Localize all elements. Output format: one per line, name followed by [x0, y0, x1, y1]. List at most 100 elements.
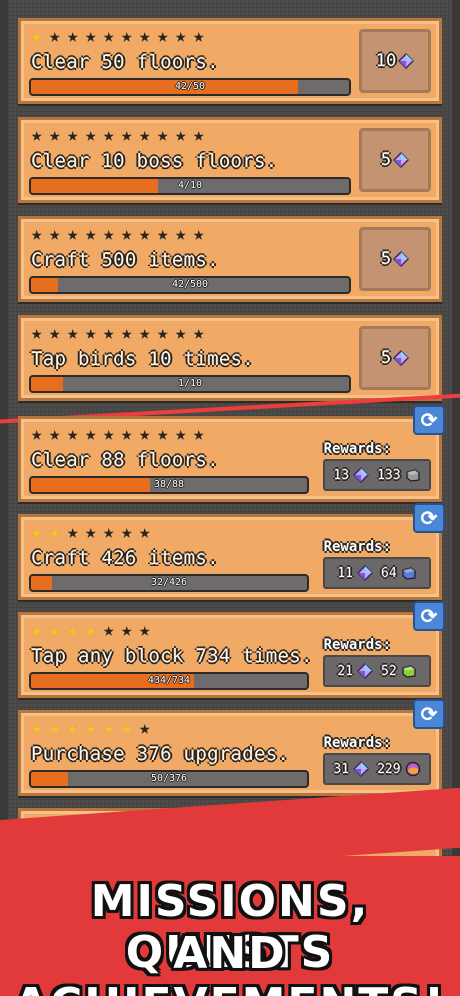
star-empty-icon: ★: [139, 619, 151, 641]
quest-title: Clear 88 floors.: [31, 449, 219, 471]
star-empty-icon: ★: [103, 423, 115, 445]
refresh-button[interactable]: ⟳: [413, 503, 445, 533]
star-empty-icon: ★: [67, 521, 79, 543]
achievement-title: Craft 500 items.: [31, 249, 219, 271]
progress-bar: 434/734: [29, 672, 309, 690]
star-empty-icon: ★: [175, 124, 187, 146]
star-empty-icon: ★: [85, 322, 97, 344]
star-filled-icon: ★: [31, 521, 43, 543]
gem-icon: [353, 761, 370, 777]
progress-bar: 50/376: [29, 770, 309, 788]
reward-box[interactable]: 5: [359, 227, 431, 291]
progress-text: 434/734: [147, 675, 191, 686]
star-empty-icon: ★: [139, 322, 151, 344]
frame-right: [452, 0, 460, 860]
banner-line-2: AND ACHIEVEMENTS!: [14, 928, 444, 996]
star-empty-icon: ★: [103, 619, 115, 641]
quest-card[interactable]: ★ ★ ★ ★ ★ ★ ★ ★ ★ ★ Clear 88 floors. 38/88 Rewards: ⟳…: [18, 405, 445, 502]
rewards-box: 11 64: [323, 557, 431, 589]
star-empty-icon: ★: [121, 223, 133, 245]
star-empty-icon: ★: [49, 423, 61, 445]
star-empty-icon: ★: [67, 223, 79, 245]
star-empty-icon: ★: [49, 223, 61, 245]
star-empty-icon: ★: [49, 322, 61, 344]
star-rating: ★ ★ ★ ★ ★ ★ ★ ★ ★ ★: [31, 126, 211, 146]
star-empty-icon: ★: [139, 423, 151, 445]
progress-text: 4/10: [177, 180, 203, 191]
reward-box[interactable]: 5: [359, 326, 431, 390]
star-filled-icon: ★: [67, 619, 79, 641]
refresh-icon: ⟳: [420, 506, 438, 530]
reward-box[interactable]: 5: [359, 128, 431, 192]
star-empty-icon: ★: [67, 25, 79, 47]
star-rating: ★ ★ ★ ★ ★ ★ ★: [31, 719, 157, 739]
star-empty-icon: ★: [103, 124, 115, 146]
progress-bar: 38/88: [29, 476, 309, 494]
star-filled-icon: ★: [49, 521, 61, 543]
progress-text: 32/426: [150, 577, 188, 588]
star-empty-icon: ★: [85, 423, 97, 445]
star-filled-icon: ★: [85, 717, 97, 739]
quest-card[interactable]: ★ ★ ★ ★ ★ ★ ★ Purchase 376 upgrades. 50/376 Rewar…: [18, 699, 445, 796]
star-empty-icon: ★: [103, 223, 115, 245]
achievement-card[interactable]: ★ ★ ★ ★ ★ ★ ★ ★ ★ ★ Clear 10 boss floors. 4/10 5: [18, 117, 442, 203]
refresh-button[interactable]: ⟳: [413, 699, 445, 729]
achievement-card[interactable]: ★ ★ ★ ★ ★ ★ ★ ★ ★ ★ Clear 50 floors. 42/50 10: [18, 18, 442, 104]
refresh-icon: ⟳: [420, 702, 438, 726]
star-empty-icon: ★: [175, 25, 187, 47]
star-empty-icon: ★: [139, 717, 151, 739]
star-rating: ★ ★ ★ ★ ★ ★ ★ ★ ★ ★: [31, 225, 211, 245]
star-empty-icon: ★: [67, 322, 79, 344]
quest-card[interactable]: ★ ★ ★ ★ ★ ★ ★ Craft 426 items. 32/426 Rewards: ⟳ 11…: [18, 503, 445, 600]
star-empty-icon: ★: [103, 25, 115, 47]
star-empty-icon: ★: [85, 124, 97, 146]
star-empty-icon: ★: [49, 25, 61, 47]
rewards-box: 13 133: [323, 459, 431, 491]
star-rating: ★ ★ ★ ★ ★ ★ ★: [31, 523, 157, 543]
star-empty-icon: ★: [157, 124, 169, 146]
star-rating: ★ ★ ★ ★ ★ ★ ★ ★ ★ ★: [31, 324, 211, 344]
star-empty-icon: ★: [67, 423, 79, 445]
rewards-box: 31 229: [323, 753, 431, 785]
star-empty-icon: ★: [85, 521, 97, 543]
frame-left: [0, 0, 8, 860]
quest-card[interactable]: ★ ★ ★ ★ ★ ★ ★ Tap any block 734 times. 434/734 Re…: [18, 601, 445, 698]
star-filled-icon: ★: [121, 717, 133, 739]
achievement-card[interactable]: ★ ★ ★ ★ ★ ★ ★ ★ ★ ★ Tap birds 10 times. 1/10 5: [18, 315, 442, 401]
progress-text: 38/88: [153, 479, 185, 490]
progress-bar: 4/10: [29, 177, 351, 195]
star-empty-icon: ★: [175, 322, 187, 344]
gem-reward-amount: 31: [333, 761, 350, 777]
star-empty-icon: ★: [31, 223, 43, 245]
stone-block-icon: [405, 469, 420, 482]
achievement-title: Clear 50 floors.: [31, 51, 219, 73]
progress-bar: 42/500: [29, 276, 351, 294]
star-empty-icon: ★: [49, 124, 61, 146]
star-filled-icon: ★: [31, 717, 43, 739]
progress-bar: 42/50: [29, 78, 351, 96]
progress-bar: 1/10: [29, 375, 351, 393]
reward-box[interactable]: 10: [359, 29, 431, 93]
star-empty-icon: ★: [139, 124, 151, 146]
refresh-icon: ⟳: [420, 408, 438, 432]
achievement-card[interactable]: ★ ★ ★ ★ ★ ★ ★ ★ ★ ★ Craft 500 items. 42/500 5: [18, 216, 442, 302]
refresh-button[interactable]: ⟳: [413, 405, 445, 435]
blue-block-icon: [402, 567, 416, 580]
gem-reward-amount: 11: [337, 565, 353, 581]
rewards-box: 21 52: [323, 655, 431, 687]
star-empty-icon: ★: [175, 223, 187, 245]
star-filled-icon: ★: [31, 619, 43, 641]
star-rating: ★ ★ ★ ★ ★ ★ ★ ★ ★ ★: [31, 425, 211, 445]
item-reward-amount: 52: [381, 663, 397, 679]
rewards-label: Rewards:: [323, 637, 391, 653]
rewards-label: Rewards:: [323, 735, 391, 751]
item-reward-amount: 133: [377, 467, 401, 483]
achievement-title: Tap birds 10 times.: [31, 348, 255, 370]
star-empty-icon: ★: [85, 223, 97, 245]
star-empty-icon: ★: [193, 322, 205, 344]
item-reward-amount: 229: [377, 761, 401, 777]
item-reward-amount: 64: [381, 565, 397, 581]
reward-amount: 10: [375, 51, 397, 71]
reward-amount: 5: [380, 249, 392, 269]
refresh-button[interactable]: ⟳: [413, 601, 445, 631]
